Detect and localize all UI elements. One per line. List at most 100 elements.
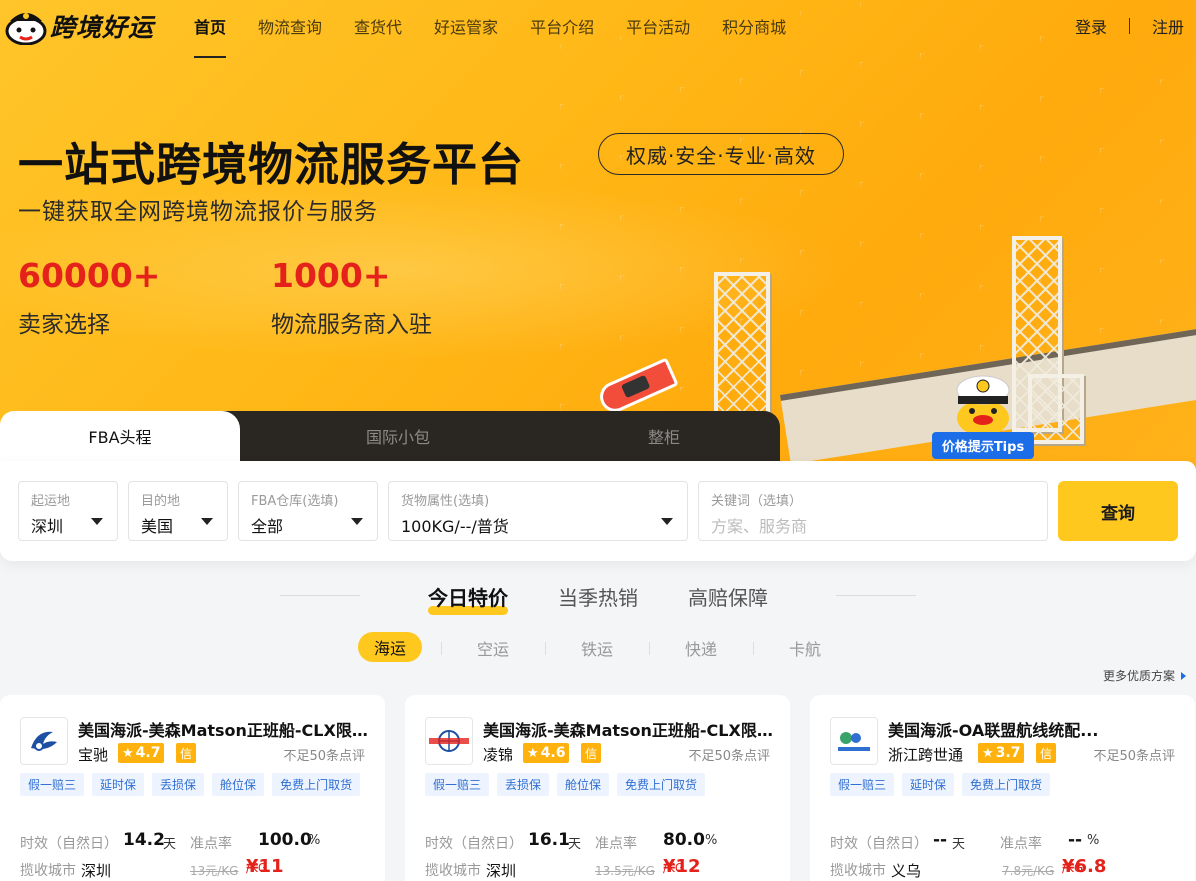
tab-fba[interactable]: FBA头程 [0, 411, 240, 461]
field-label: 货物属性(选填) [401, 494, 490, 509]
vendor-name[interactable]: 凌锦 [483, 744, 513, 765]
vendor-name[interactable]: 浙江跨世通 [888, 744, 963, 765]
offer-title[interactable]: 美国海派-美森Matson正班船-CLX限... [483, 717, 773, 741]
service-tag: 假一赔三 [830, 773, 895, 796]
vendor-logo [425, 717, 473, 765]
ontime-label: 准点率 [190, 836, 232, 852]
more-plans-link[interactable]: 更多优质方案 [1103, 667, 1186, 684]
transit-unit: 天 [163, 837, 177, 852]
transit-row: 时效（自然日） -- 天 准点率 -- % [830, 830, 1180, 853]
nav-item-about[interactable]: 平台介绍 [514, 0, 610, 52]
price-row: 揽收城市 深圳 13元/KG ¥11/KG [20, 856, 370, 880]
original-price: 13元/KG [190, 864, 239, 878]
offer-title[interactable]: 美国海派-美森Matson正班船-CLX限... [78, 717, 368, 741]
rating-value: 3.7 [995, 745, 1021, 761]
more-plans-label: 更多优质方案 [1102, 669, 1175, 683]
field-label: 关键词（选填） [711, 494, 803, 509]
stat-providers: 1000+ 物流服务商入驻 [271, 256, 432, 339]
tab-today-deals[interactable]: 今日特价 [428, 582, 508, 615]
nav-item-find-forwarder[interactable]: 查货代 [338, 0, 418, 52]
service-tag: 免费上门取货 [617, 773, 706, 796]
auth-links: 登录 注册 [1075, 14, 1184, 38]
price-row: 揽收城市 深圳 13.5元/KG ¥12/KG [425, 856, 775, 880]
transit-value: -- [933, 830, 948, 850]
stat-value: 60000+ [18, 256, 161, 295]
mode-divider [753, 642, 754, 655]
transit-label: 时效（自然日） [20, 836, 118, 852]
destination-select[interactable]: 目的地 美国 [128, 481, 228, 541]
nav-item-steward[interactable]: 好运管家 [418, 0, 514, 52]
transit-unit: 天 [952, 837, 966, 852]
ontime-unit: % [1087, 833, 1100, 848]
star-icon: ★ [122, 745, 134, 761]
caret-down-icon [661, 518, 673, 525]
auth-divider [1128, 18, 1130, 34]
vendor-logo [20, 717, 68, 765]
service-tag: 舱位保 [557, 773, 610, 796]
mode-rail[interactable]: 铁运 [581, 636, 613, 660]
keyword-placeholder: 方案、服务商 [711, 517, 808, 536]
tab-full-container[interactable]: 整柜 [564, 411, 764, 461]
offer-card[interactable]: 美国海派-美森Matson正班船-CLX限... 凌锦 ★ 4.6 信 不足50条… [405, 695, 790, 881]
mode-air[interactable]: 空运 [477, 636, 509, 660]
cargo-attribute-select[interactable]: 货物属性(选填) 100KG/--/普货 [388, 481, 688, 541]
service-tag: 舱位保 [212, 773, 265, 796]
transit-label: 时效（自然日） [830, 836, 928, 852]
service-tags: 假一赔三 丢损保 舱位保 免费上门取货 [425, 773, 706, 796]
credit-badge: 信 [176, 743, 196, 763]
field-label: 起运地 [31, 494, 71, 509]
mode-sea[interactable]: 海运 [358, 632, 422, 662]
origin-select[interactable]: 起运地 深圳 [18, 481, 118, 541]
service-tag: 假一赔三 [425, 773, 490, 796]
pickup-city: 深圳 [81, 862, 112, 880]
tab-high-compensation[interactable]: 高赔保障 [688, 582, 768, 611]
vendor-name[interactable]: 宝驰 [78, 744, 108, 765]
rating-badge: ★ 3.7 [978, 743, 1025, 763]
vendor-logo-icon [838, 732, 870, 751]
register-link[interactable]: 注册 [1152, 14, 1184, 38]
original-price: 13.5元/KG [595, 864, 655, 878]
offer-title[interactable]: 美国海派-OA联盟航线统配... [888, 717, 1178, 741]
mode-truck[interactable]: 卡航 [789, 636, 821, 660]
field-value: 美国 [141, 517, 174, 536]
mode-express[interactable]: 快递 [685, 636, 717, 660]
brand-logo[interactable]: 跨境好运 [4, 6, 154, 46]
service-tags: 假一赔三 延时保 免费上门取货 [830, 773, 1051, 796]
caret-down-icon [201, 518, 213, 525]
ontime-value: 100.0 [258, 830, 312, 850]
price-tips-button[interactable]: 价格提示Tips [932, 432, 1034, 459]
keyword-input[interactable]: 关键词（选填） 方案、服务商 [698, 481, 1048, 541]
city-label: 揽收城市 [830, 863, 886, 879]
tab-intl-parcel[interactable]: 国际小包 [298, 411, 498, 461]
nav-item-activities[interactable]: 平台活动 [610, 0, 706, 52]
city-label: 揽收城市 [20, 863, 76, 879]
login-link[interactable]: 登录 [1075, 14, 1107, 38]
tab-seasonal-hot[interactable]: 当季热销 [558, 582, 638, 611]
nav-item-home[interactable]: 首页 [178, 0, 242, 58]
vendor-logo-icon [31, 731, 57, 751]
rating-badge: ★ 4.7 [118, 743, 165, 763]
top-navbar: 跨境好运 首页 物流查询 查货代 好运管家 平台介绍 平台活动 积分商城 登录 … [0, 0, 1196, 60]
hero-subtitle: 一键获取全网跨境物流报价与服务 [18, 199, 378, 225]
offer-card[interactable]: 美国海派-美森Matson正班船-CLX限... 宝驰 ★ 4.7 信 不足50条… [0, 695, 385, 881]
pickup-city: 深圳 [486, 862, 517, 880]
field-value: 全部 [251, 517, 284, 536]
ontime-label: 准点率 [1000, 836, 1042, 852]
star-icon: ★ [527, 745, 539, 761]
price-row: 揽收城市 义乌 7.8元/KG ¥6.8/KG [830, 856, 1180, 880]
original-price: 7.8元/KG [1002, 864, 1055, 878]
nav-item-logistics-query[interactable]: 物流查询 [242, 0, 338, 52]
brand-name: 跨境好运 [50, 13, 155, 42]
offer-card[interactable]: 美国海派-OA联盟航线统配... 浙江跨世通 ★ 3.7 信 不足50条点评 假一… [810, 695, 1195, 881]
vendor-logo [830, 717, 878, 765]
nav-item-points-mall[interactable]: 积分商城 [706, 0, 802, 52]
service-tag: 延时保 [902, 773, 955, 796]
mode-divider [441, 642, 442, 655]
ontime-value: 80.0 [663, 830, 705, 850]
search-button[interactable]: 查询 [1058, 481, 1178, 541]
caret-down-icon [91, 518, 103, 525]
transit-unit: 天 [568, 837, 582, 852]
service-tag: 假一赔三 [20, 773, 85, 796]
hero-tagline-badge: 权威·安全·专业·高效 [598, 133, 844, 175]
fba-warehouse-select[interactable]: FBA仓库(选填) 全部 [238, 481, 378, 541]
